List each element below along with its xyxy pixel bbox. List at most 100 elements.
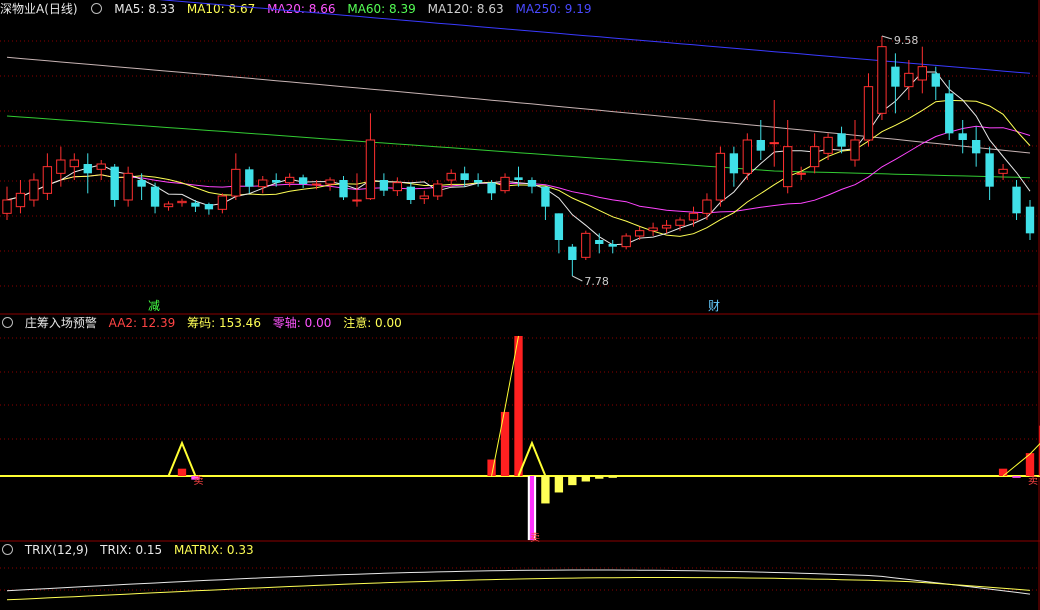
candle-body xyxy=(715,152,726,201)
candle-body xyxy=(325,179,335,185)
chips-label: 筹码: 153.46 xyxy=(187,316,261,330)
candle-body xyxy=(958,133,967,140)
marker-reduce: 减 xyxy=(148,299,160,313)
candle-body xyxy=(42,166,53,194)
indicator-bar xyxy=(541,476,550,504)
candle-body xyxy=(339,180,348,198)
candle-body xyxy=(634,230,645,237)
candle-body xyxy=(96,163,106,170)
candle-body xyxy=(661,224,672,229)
candle-body xyxy=(473,180,483,183)
candle-body xyxy=(769,142,779,145)
candle-body xyxy=(595,240,604,244)
candle-body xyxy=(675,219,685,226)
candle-body xyxy=(56,159,66,174)
candle-body xyxy=(284,176,295,184)
candle-body xyxy=(581,232,591,258)
candle-body xyxy=(217,195,228,210)
candle-body xyxy=(514,177,523,180)
candle-body xyxy=(971,140,981,154)
candle-body xyxy=(863,86,874,141)
candle-body xyxy=(809,146,820,168)
candle-body xyxy=(541,186,550,207)
candle-body xyxy=(742,139,753,174)
indicator-bar xyxy=(177,468,187,476)
low-label: 7.78 xyxy=(584,275,609,288)
sell-marker: 卖 xyxy=(193,475,203,487)
candle-body xyxy=(487,182,496,194)
candle-body xyxy=(419,195,429,200)
candle-body xyxy=(608,244,617,247)
ma120-line xyxy=(6,56,1031,154)
settings-circle-icon[interactable] xyxy=(2,317,13,328)
candle-body xyxy=(137,180,146,187)
indicator-bar xyxy=(568,476,577,486)
candle-body xyxy=(688,212,699,221)
candle-body xyxy=(917,66,927,81)
ma250-line xyxy=(158,0,1031,74)
candle-body xyxy=(729,153,739,174)
candle-body xyxy=(272,180,281,183)
candle-body xyxy=(177,200,187,204)
candle-body xyxy=(123,172,133,201)
candle-body xyxy=(379,180,389,191)
candle-body xyxy=(460,173,469,180)
candle-body xyxy=(527,180,537,187)
candle-body xyxy=(850,139,860,161)
high-pointer xyxy=(881,35,893,40)
aa2-label: AA2: 12.39 xyxy=(108,316,176,330)
indicator-bar xyxy=(608,476,617,478)
indicator-bar xyxy=(581,476,590,482)
candle-body xyxy=(204,204,214,210)
candle-body xyxy=(245,169,254,187)
candle-body xyxy=(702,199,712,214)
candle-body xyxy=(110,166,119,200)
candle-body xyxy=(150,186,160,207)
candle-body xyxy=(15,192,26,208)
candle-body xyxy=(823,136,833,154)
candle-body xyxy=(352,199,362,202)
candle-body xyxy=(365,139,376,200)
candle-body xyxy=(1025,206,1035,234)
candle-body xyxy=(231,168,241,197)
candlestick-chart[interactable]: 9.587.78减 财卖卖卖 xyxy=(0,0,1040,610)
candle-body xyxy=(998,168,1008,174)
candle-body xyxy=(406,186,415,200)
marker-finance: 财 xyxy=(708,299,720,313)
candle-body xyxy=(796,172,806,175)
candle-body xyxy=(29,179,39,201)
attention-label: 注意: 0.00 xyxy=(343,316,402,330)
candle-body xyxy=(392,182,403,192)
indicator-bar xyxy=(998,468,1008,476)
trix-title: TRIX(12,9) xyxy=(24,543,89,557)
candle-body xyxy=(931,73,940,87)
candle-body xyxy=(837,133,846,147)
candle-body xyxy=(191,202,200,207)
sell-marker: 卖 xyxy=(530,532,540,544)
candle-body xyxy=(945,93,954,134)
candle-body xyxy=(69,159,79,168)
candle-body xyxy=(500,176,510,192)
indicator-bar xyxy=(529,476,535,541)
indicator-bar xyxy=(1012,476,1021,478)
candle-body xyxy=(446,172,456,181)
zero-axis-label: 零轴: 0.00 xyxy=(272,316,332,330)
candle-body xyxy=(554,213,564,240)
sell-marker: 卖 xyxy=(1028,475,1038,487)
matrix-label: MATRIX: 0.33 xyxy=(174,543,254,557)
candle-body xyxy=(1012,186,1021,214)
candle-body xyxy=(891,66,900,87)
low-pointer xyxy=(572,275,583,282)
indicator-bar xyxy=(595,476,604,479)
settings-circle-icon[interactable] xyxy=(2,544,13,555)
candle-body xyxy=(621,235,631,248)
candle-body xyxy=(783,146,793,188)
candle-body xyxy=(83,164,92,174)
candle-body xyxy=(904,72,914,88)
trix-legend: TRIX(12,9) TRIX: 0.15 MATRIX: 0.33 xyxy=(0,541,262,559)
candle-body xyxy=(258,179,268,188)
sub-legend: 庄筹入场预警 AA2: 12.39 筹码: 153.46 零轴: 0.00 注意… xyxy=(0,314,410,332)
candle-body xyxy=(163,203,174,208)
high-label: 9.58 xyxy=(894,34,919,47)
sub-title: 庄筹入场预警 xyxy=(24,316,97,330)
